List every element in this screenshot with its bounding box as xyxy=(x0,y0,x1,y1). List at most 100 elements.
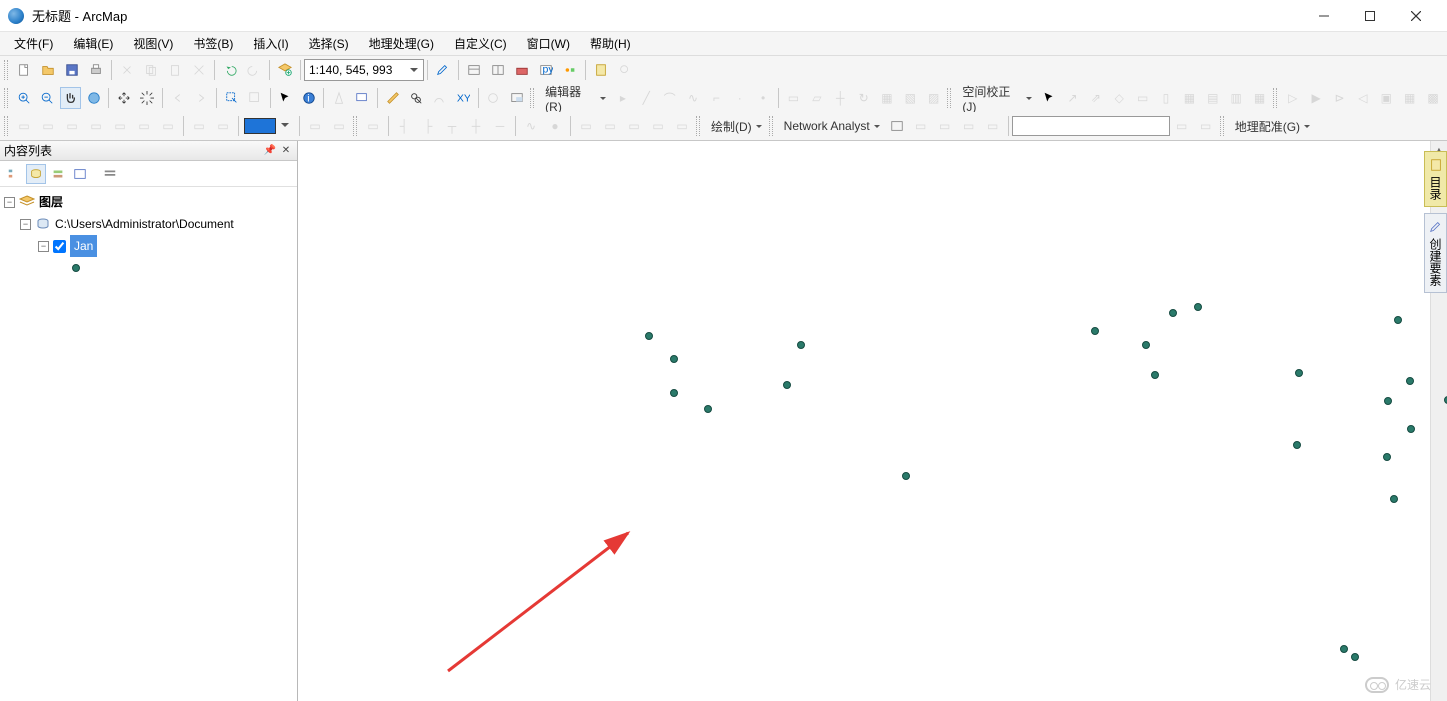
add-data-button[interactable] xyxy=(274,59,296,81)
toolbar-grip[interactable] xyxy=(947,88,951,108)
editor-menu[interactable]: 编辑器(R) xyxy=(538,87,611,109)
viewer-window-button[interactable] xyxy=(506,87,527,109)
map-point[interactable] xyxy=(797,341,805,349)
tree-layer[interactable]: − Jan xyxy=(2,235,295,257)
goto-xy-button[interactable]: XY xyxy=(452,87,473,109)
menu-bookmarks[interactable]: 书签(B) xyxy=(183,32,243,55)
fixed-zoomin-button[interactable] xyxy=(113,87,134,109)
pan-button[interactable] xyxy=(60,87,81,109)
menu-edit[interactable]: 编辑(E) xyxy=(63,32,123,55)
tree-symbol[interactable] xyxy=(2,257,295,279)
catalog-button[interactable] xyxy=(590,59,612,81)
toolbar-grip[interactable] xyxy=(353,116,357,136)
toolbar-grip[interactable] xyxy=(4,116,8,136)
map-view[interactable]: ▲ 目录 创建要素 亿速云 xyxy=(298,141,1447,701)
fill-color-picker[interactable] xyxy=(242,118,296,134)
map-point[interactable] xyxy=(1295,369,1303,377)
map-point[interactable] xyxy=(1394,316,1402,324)
menu-help[interactable]: 帮助(H) xyxy=(580,32,641,55)
list-by-source-button[interactable] xyxy=(26,164,46,184)
table-button-1[interactable] xyxy=(463,59,485,81)
collapse-icon[interactable]: − xyxy=(4,197,15,208)
toolbar-grip[interactable] xyxy=(4,60,8,80)
toolbar-grip[interactable] xyxy=(1273,88,1277,108)
map-point[interactable] xyxy=(1384,397,1392,405)
close-icon[interactable]: ✕ xyxy=(279,144,293,158)
draw-menu[interactable]: 绘制(D) xyxy=(704,115,767,137)
toolbar-grip[interactable] xyxy=(530,88,534,108)
toolbar-grip[interactable] xyxy=(1220,116,1224,136)
layer-name[interactable]: Jan xyxy=(70,235,97,257)
na-window-button[interactable] xyxy=(886,115,908,137)
new-button[interactable] xyxy=(13,59,35,81)
pin-icon[interactable]: 📌 xyxy=(263,144,277,158)
layer-visibility-checkbox[interactable] xyxy=(53,240,66,253)
map-point[interactable] xyxy=(1151,371,1159,379)
menu-geoproc[interactable]: 地理处理(G) xyxy=(359,32,444,55)
menu-view[interactable]: 视图(V) xyxy=(123,32,183,55)
georef-menu[interactable]: 地理配准(G) xyxy=(1228,115,1315,137)
map-point[interactable] xyxy=(670,355,678,363)
toc-options-button[interactable] xyxy=(100,164,120,184)
map-point[interactable] xyxy=(1351,653,1359,661)
map-point[interactable] xyxy=(1390,495,1398,503)
catalog-tab[interactable]: 目录 xyxy=(1424,151,1447,207)
html-popup-button[interactable] xyxy=(352,87,373,109)
select-elements-button[interactable] xyxy=(275,87,296,109)
map-point[interactable] xyxy=(1194,303,1202,311)
fixed-zoomout-button[interactable] xyxy=(137,87,158,109)
list-by-drawing-button[interactable] xyxy=(4,164,24,184)
map-point[interactable] xyxy=(1407,425,1415,433)
zoom-out-button[interactable] xyxy=(36,87,57,109)
toolbox-button[interactable] xyxy=(511,59,533,81)
network-analyst-menu[interactable]: Network Analyst xyxy=(777,115,885,137)
python-button[interactable]: py xyxy=(535,59,557,81)
editor-toolbar-button[interactable] xyxy=(432,59,454,81)
measure-button[interactable] xyxy=(382,87,403,109)
map-point[interactable] xyxy=(1169,309,1177,317)
toolbar-grip[interactable] xyxy=(4,88,8,108)
menu-file[interactable]: 文件(F) xyxy=(4,32,63,55)
map-point[interactable] xyxy=(645,332,653,340)
zoom-in-button[interactable] xyxy=(13,87,34,109)
map-point[interactable] xyxy=(1340,645,1348,653)
maximize-button[interactable] xyxy=(1347,0,1393,32)
map-point[interactable] xyxy=(1142,341,1150,349)
menu-insert[interactable]: 插入(I) xyxy=(243,32,298,55)
select-adj-button[interactable] xyxy=(1038,87,1059,109)
identify-button[interactable]: i xyxy=(298,87,319,109)
map-point[interactable] xyxy=(1406,377,1414,385)
menu-customize[interactable]: 自定义(C) xyxy=(444,32,517,55)
map-scale-combo[interactable]: 1:140, 545, 993 xyxy=(304,59,424,81)
list-by-selection-button[interactable] xyxy=(70,164,90,184)
full-extent-button[interactable] xyxy=(83,87,104,109)
na-dataset-combo[interactable] xyxy=(1012,116,1170,136)
map-point[interactable] xyxy=(704,405,712,413)
create-features-tab[interactable]: 创建要素 xyxy=(1424,213,1447,293)
undo-button[interactable] xyxy=(219,59,241,81)
save-button[interactable] xyxy=(61,59,83,81)
spatial-adjust-menu[interactable]: 空间校正(J) xyxy=(955,87,1037,109)
map-point[interactable] xyxy=(1383,453,1391,461)
print-button[interactable] xyxy=(85,59,107,81)
table-button-2[interactable] xyxy=(487,59,509,81)
collapse-icon[interactable]: − xyxy=(20,219,31,230)
open-button[interactable] xyxy=(37,59,59,81)
close-button[interactable] xyxy=(1393,0,1439,32)
menu-window[interactable]: 窗口(W) xyxy=(517,32,580,55)
select-features-button[interactable] xyxy=(221,87,242,109)
map-point[interactable] xyxy=(670,389,678,397)
collapse-icon[interactable]: − xyxy=(38,241,49,252)
tree-datasource[interactable]: − C:\Users\Administrator\Document xyxy=(2,213,295,235)
map-point[interactable] xyxy=(1091,327,1099,335)
minimize-button[interactable] xyxy=(1301,0,1347,32)
map-point[interactable] xyxy=(902,472,910,480)
toolbar-grip[interactable] xyxy=(696,116,700,136)
map-point[interactable] xyxy=(1293,441,1301,449)
map-point[interactable] xyxy=(783,381,791,389)
model-button[interactable] xyxy=(559,59,581,81)
menu-selection[interactable]: 选择(S) xyxy=(299,32,359,55)
toolbar-grip[interactable] xyxy=(769,116,773,136)
tree-root[interactable]: − 图层 xyxy=(2,191,295,213)
list-by-visibility-button[interactable] xyxy=(48,164,68,184)
